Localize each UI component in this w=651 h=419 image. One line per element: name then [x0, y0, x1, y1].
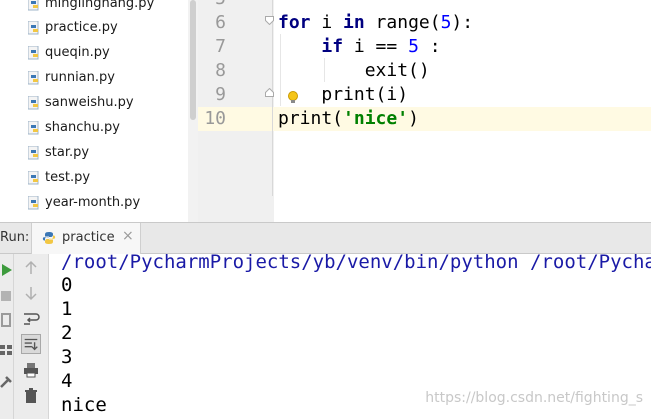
tree-file-label: sanweishu.py	[45, 95, 134, 110]
tree-file-item[interactable]: practice.py	[28, 15, 118, 40]
trash-icon[interactable]	[21, 386, 41, 406]
close-icon[interactable]: ×	[122, 228, 134, 244]
console-output-line: 1	[61, 298, 73, 320]
console-output-line: 4	[61, 370, 73, 392]
tree-file-item[interactable]: star.py	[28, 140, 89, 165]
python-file-icon	[28, 145, 39, 159]
code-line-10[interactable]: print('nice')	[278, 107, 419, 131]
python-file-icon	[28, 95, 39, 109]
code-token: i ==	[343, 36, 409, 57]
tree-file-label: minglinghang.py	[45, 0, 155, 11]
tree-scrollbar[interactable]	[188, 0, 198, 222]
soft-wrap-icon[interactable]	[21, 309, 41, 329]
code-token: 5	[440, 12, 452, 33]
console-command-line: /root/PycharmProjects/yb/venv/bin/python…	[61, 254, 651, 273]
console-output-line: 2	[61, 322, 73, 344]
line-number: 8	[215, 60, 226, 81]
fold-collapse-icon[interactable]	[265, 16, 274, 25]
python-file-icon	[28, 120, 39, 134]
tree-file-label: queqin.py	[45, 45, 110, 60]
tree-file-label: shanchu.py	[45, 120, 120, 135]
tree-file-item[interactable]: sanweishu.py	[28, 90, 134, 115]
run-tab-practice[interactable]: practice ×	[31, 223, 141, 254]
tree-file-label: year-month.py	[45, 195, 141, 210]
python-file-icon	[28, 0, 39, 10]
code-line-8[interactable]: exit()	[278, 59, 430, 83]
python-logo-icon	[42, 232, 56, 244]
tree-file-item[interactable]: runnian.py	[28, 65, 115, 90]
line-number: 9	[215, 84, 226, 105]
code-token: print(i)	[321, 84, 409, 105]
console-output-line: 0	[61, 274, 73, 296]
watermark-text: https://blog.csdn.net/fighting_s	[425, 390, 643, 406]
tree-scrollbar-thumb[interactable]	[190, 0, 196, 120]
code-token: print(	[278, 108, 344, 129]
run-label: Run:	[0, 230, 30, 245]
tree-file-label: runnian.py	[45, 70, 115, 85]
tree-file-item[interactable]: minglinghang.py	[28, 0, 154, 16]
console-output-line: 3	[61, 346, 73, 368]
run-toolbar-secondary	[14, 254, 49, 419]
tree-file-item[interactable]: queqin.py	[28, 40, 110, 65]
code-token: ):	[451, 12, 474, 33]
print-icon[interactable]	[21, 360, 41, 380]
python-file-icon	[28, 70, 39, 84]
tree-file-label: practice.py	[45, 20, 118, 35]
line-number: 6	[215, 12, 226, 33]
code-line-6[interactable]: for i in range(5):	[278, 11, 473, 35]
code-token: i	[310, 12, 344, 33]
line-number: 10	[204, 108, 226, 129]
fold-expand-icon[interactable]	[265, 88, 274, 97]
tree-file-item[interactable]: year-month.py	[28, 190, 140, 215]
line-number: 7	[215, 36, 226, 57]
line-number: 5	[198, 0, 226, 11]
run-toolbar-primary	[0, 254, 14, 419]
run-tab-label: practice	[62, 230, 115, 245]
scroll-to-end-icon[interactable]	[21, 334, 41, 354]
code-token: )	[408, 108, 419, 129]
python-file-icon	[28, 45, 39, 59]
tree-file-label: test.py	[45, 170, 91, 185]
code-token: range(	[364, 12, 441, 33]
code-token: for	[278, 12, 311, 33]
code-line-9[interactable]: print(i)	[278, 83, 408, 107]
tree-file-item[interactable]: test.py	[28, 165, 90, 190]
code-token: 'nice'	[343, 108, 409, 129]
python-file-icon	[28, 195, 39, 209]
arrow-down-icon[interactable]	[21, 283, 41, 303]
code-token: :	[418, 36, 441, 57]
project-tree: minglinghang.py practice.py queqin.py ru…	[0, 0, 198, 222]
python-file-icon	[28, 20, 39, 34]
run-tab-bar: Run: practice ×	[0, 222, 651, 254]
code-token: in	[343, 12, 365, 33]
code-token: if	[321, 36, 344, 57]
code-token: exit()	[364, 60, 430, 81]
current-line-highlight	[198, 107, 651, 131]
console-output-line: nice	[61, 394, 107, 416]
python-file-icon	[28, 170, 39, 184]
tree-file-item[interactable]: shanchu.py	[28, 115, 120, 140]
gutter-divider	[272, 0, 273, 196]
code-line-7[interactable]: if i == 5 :	[278, 35, 441, 59]
tree-file-label: star.py	[45, 145, 90, 160]
code-token: 5	[408, 36, 419, 57]
arrow-up-icon[interactable]	[21, 258, 41, 278]
